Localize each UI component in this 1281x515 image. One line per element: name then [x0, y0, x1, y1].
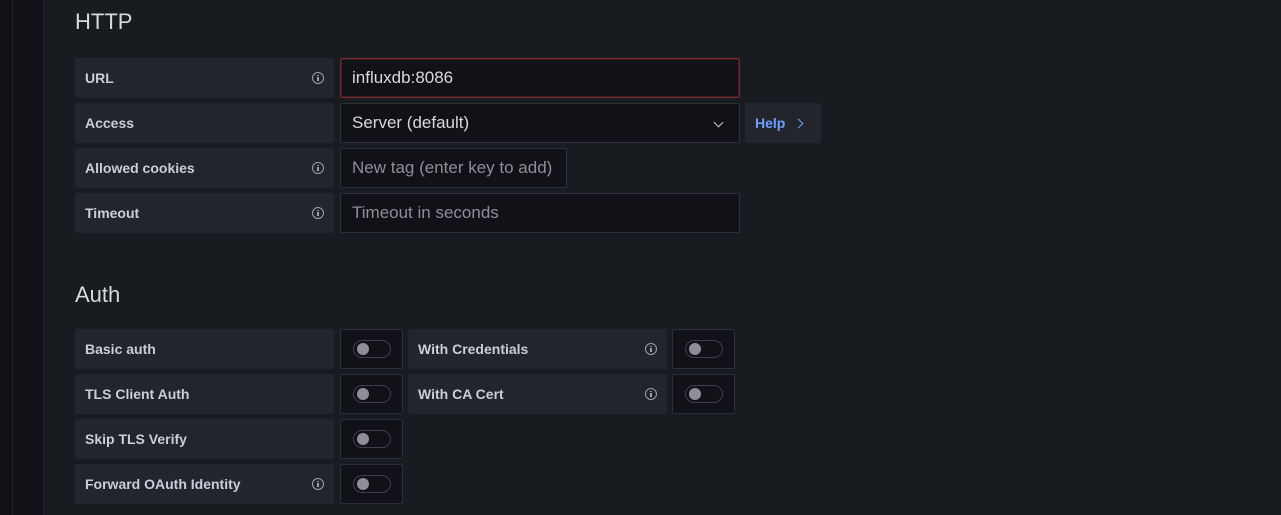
- auth-section-title: Auth: [75, 282, 121, 307]
- info-icon[interactable]: [312, 207, 324, 219]
- toggle-track: [353, 475, 391, 493]
- timeout-label: Timeout: [75, 193, 334, 233]
- settings-panel: HTTP URL influxdb:8086 Access Server (de…: [43, 0, 1281, 515]
- with-credentials-label: With Credentials: [408, 329, 667, 369]
- help-button-label: Help: [755, 115, 786, 131]
- info-icon[interactable]: [312, 162, 324, 174]
- access-label-text: Access: [85, 115, 135, 131]
- toggle-track: [685, 385, 723, 403]
- allowed-cookies-label: Allowed cookies: [75, 148, 334, 188]
- chevron-down-icon: [713, 117, 724, 128]
- access-select[interactable]: Server (default): [340, 103, 740, 143]
- toggle-knob: [357, 343, 369, 355]
- url-label-text: URL: [85, 70, 114, 86]
- chevron-right-icon: [793, 118, 804, 128]
- toggle-knob: [357, 433, 369, 445]
- basic-auth-toggle[interactable]: [340, 329, 403, 369]
- http-section-title: HTTP: [75, 9, 133, 34]
- forward-oauth-toggle[interactable]: [340, 464, 403, 504]
- basic-auth-label-text: Basic auth: [85, 341, 156, 357]
- timeout-placeholder: Timeout in seconds: [352, 203, 499, 222]
- info-icon[interactable]: [645, 343, 657, 355]
- forward-oauth-label-text: Forward OAuth Identity: [85, 476, 241, 492]
- access-label: Access: [75, 103, 334, 143]
- url-label: URL: [75, 58, 334, 98]
- left-rail: [12, 0, 13, 515]
- help-button[interactable]: Help: [745, 103, 821, 143]
- toggle-knob: [357, 388, 369, 400]
- url-input[interactable]: influxdb:8086: [340, 58, 740, 98]
- skip-tls-verify-label-text: Skip TLS Verify: [85, 431, 187, 447]
- with-credentials-toggle[interactable]: [672, 329, 735, 369]
- toggle-track: [353, 385, 391, 403]
- toggle-track: [353, 430, 391, 448]
- with-ca-cert-label: With CA Cert: [408, 374, 667, 414]
- with-ca-cert-label-text: With CA Cert: [418, 386, 504, 402]
- toggle-track: [685, 340, 723, 358]
- timeout-label-text: Timeout: [85, 205, 140, 221]
- access-select-value: Server (default): [352, 113, 470, 132]
- tls-client-auth-label-text: TLS Client Auth: [85, 386, 190, 402]
- skip-tls-verify-label: Skip TLS Verify: [75, 419, 334, 459]
- toggle-track: [353, 340, 391, 358]
- allowed-cookies-label-text: Allowed cookies: [85, 160, 195, 176]
- info-icon[interactable]: [312, 72, 324, 84]
- info-icon[interactable]: [645, 388, 657, 400]
- skip-tls-verify-toggle[interactable]: [340, 419, 403, 459]
- with-ca-cert-toggle[interactable]: [672, 374, 735, 414]
- app-frame: HTTP URL influxdb:8086 Access Server (de…: [0, 0, 1281, 515]
- tls-client-auth-toggle[interactable]: [340, 374, 403, 414]
- tls-client-auth-label: TLS Client Auth: [75, 374, 334, 414]
- toggle-knob: [357, 478, 369, 490]
- allowed-cookies-placeholder: New tag (enter key to add): [352, 158, 553, 177]
- info-icon[interactable]: [312, 478, 324, 490]
- toggle-knob: [689, 388, 701, 400]
- timeout-input[interactable]: Timeout in seconds: [340, 193, 740, 233]
- basic-auth-label: Basic auth: [75, 329, 334, 369]
- with-credentials-label-text: With Credentials: [418, 341, 529, 357]
- toggle-knob: [689, 343, 701, 355]
- url-input-value: influxdb:8086: [352, 68, 454, 87]
- allowed-cookies-input[interactable]: New tag (enter key to add): [340, 148, 567, 188]
- forward-oauth-label: Forward OAuth Identity: [75, 464, 334, 504]
